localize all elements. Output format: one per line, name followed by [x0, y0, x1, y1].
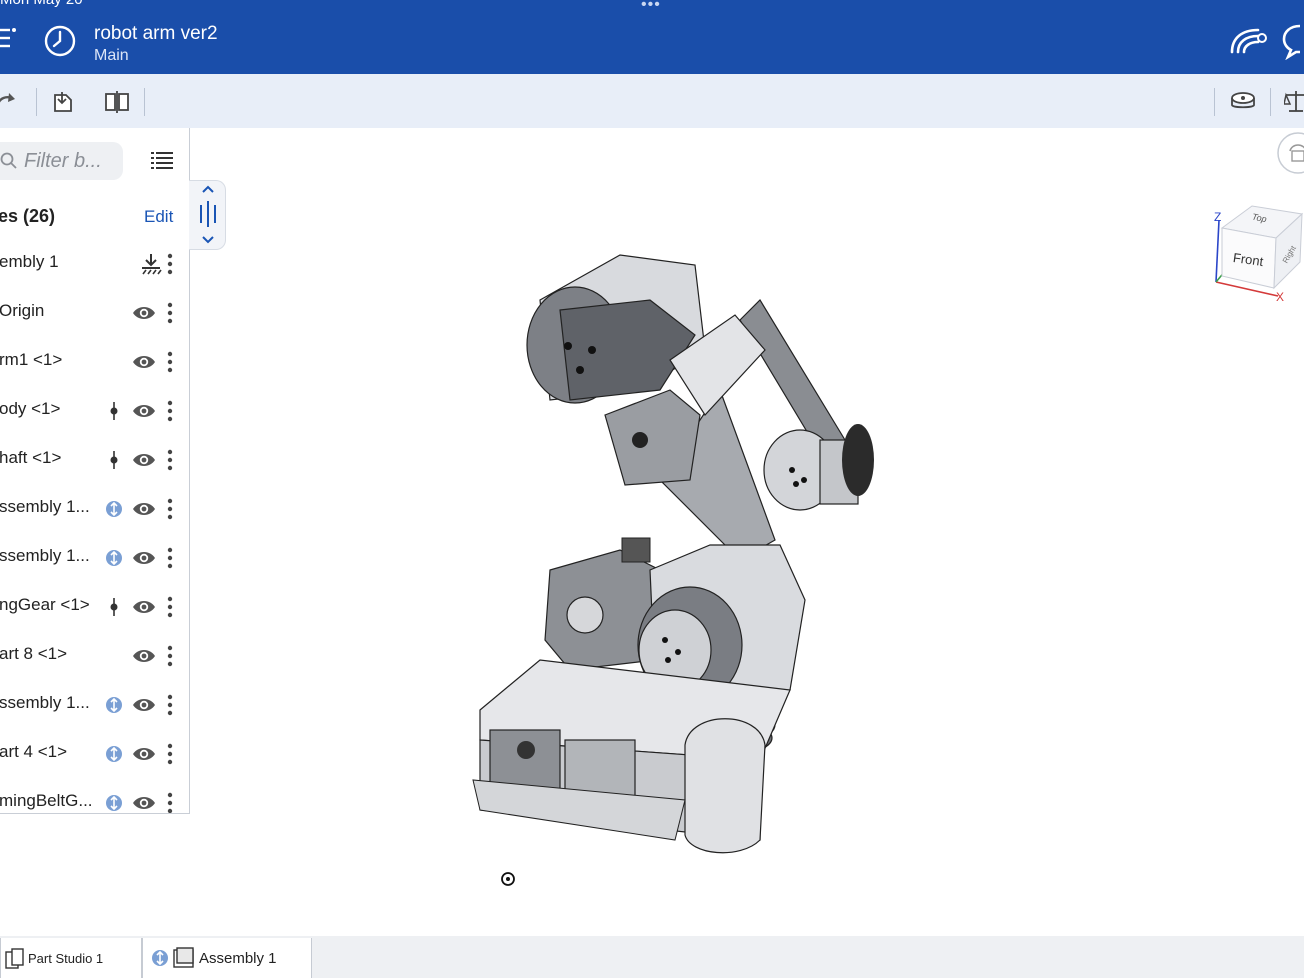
axis-x-label: X [1276, 290, 1285, 304]
part-studio-icon [5, 948, 24, 969]
instance-label: ssembly 1... [0, 497, 90, 516]
assembly-icon [173, 947, 194, 968]
instance-label: ngGear <1> [0, 595, 90, 614]
more-options-icon[interactable] [163, 693, 177, 717]
eye-icon[interactable] [132, 647, 156, 665]
instances-header: es (26) [0, 206, 56, 226]
eye-icon[interactable] [132, 353, 156, 371]
mate-indicator-icon [110, 402, 118, 420]
toolbar-divider [36, 88, 37, 116]
eye-icon[interactable] [132, 451, 156, 469]
list-item[interactable]: embly 1 [0, 240, 188, 289]
tab-label: Part Studio 1 [28, 951, 104, 966]
tab-label: Assembly 1 [199, 950, 277, 967]
instance-label: ssembly 1... [0, 546, 90, 565]
eye-icon[interactable] [132, 745, 156, 763]
list-item[interactable]: Origin [0, 289, 188, 338]
list-item[interactable]: mingBeltG... [0, 779, 188, 813]
more-options-icon[interactable] [163, 301, 177, 325]
more-options-icon[interactable] [163, 546, 177, 570]
eye-icon[interactable] [132, 794, 156, 812]
more-options-icon[interactable] [163, 644, 177, 668]
list-item[interactable]: ody <1> [0, 387, 188, 436]
eye-icon[interactable] [132, 598, 156, 616]
list-item[interactable]: art 8 <1> [0, 632, 188, 681]
mate-connector-icon[interactable] [104, 88, 130, 114]
more-options-icon[interactable] [163, 742, 177, 766]
eye-icon[interactable] [132, 304, 156, 322]
list-item[interactable]: ssembly 1... [0, 485, 188, 534]
cursor-target-icon [501, 872, 515, 886]
measure-icon[interactable] [1229, 88, 1257, 114]
menu-icon[interactable] [0, 24, 20, 52]
list-item[interactable]: ssembly 1... [0, 681, 188, 730]
view-cube[interactable]: Front Top Right Z X [1206, 200, 1304, 310]
panel-collapse-handle[interactable] [189, 180, 226, 250]
tab-assembly[interactable]: Assembly 1 [142, 938, 312, 978]
multitask-dots[interactable]: ••• [641, 0, 661, 14]
toolbar-divider [1214, 88, 1215, 116]
linked-document-icon [106, 746, 122, 762]
list-item[interactable]: ssembly 1... [0, 534, 188, 583]
mate-indicator-icon [110, 451, 118, 469]
more-options-icon[interactable] [163, 448, 177, 472]
toolbar [0, 74, 1304, 128]
insert-icon[interactable] [50, 88, 76, 114]
robot-arm-model[interactable] [460, 240, 900, 870]
instance-label: haft <1> [0, 448, 62, 467]
chevron-up-down-icon [200, 185, 216, 244]
list-item[interactable]: haft <1> [0, 436, 188, 485]
status-time: Mon May 20 [0, 0, 83, 8]
list-item[interactable]: ngGear <1> [0, 583, 188, 632]
more-options-icon[interactable] [163, 791, 177, 813]
list-item[interactable]: art 4 <1> [0, 730, 188, 779]
comments-icon[interactable] [1282, 22, 1304, 60]
eye-icon[interactable] [132, 696, 156, 714]
app-header: Mon May 20 ••• robot arm ver2 Main [0, 0, 1304, 74]
more-options-icon[interactable] [163, 350, 177, 374]
more-options-icon[interactable] [163, 497, 177, 521]
filter-input[interactable] [24, 148, 116, 174]
linked-document-icon [106, 501, 122, 517]
instance-label: ssembly 1... [0, 693, 90, 712]
list-view-icon[interactable] [151, 150, 173, 170]
history-icon[interactable] [43, 24, 77, 58]
list-item[interactable]: rm1 <1> [0, 338, 188, 387]
eye-icon[interactable] [132, 402, 156, 420]
instance-label: mingBeltG... [0, 791, 93, 810]
linked-document-icon [106, 795, 122, 811]
instance-label: rm1 <1> [0, 350, 63, 369]
rotate-view-icon[interactable] [1276, 131, 1304, 175]
eye-icon[interactable] [132, 549, 156, 567]
instance-label: art 4 <1> [0, 742, 68, 761]
instance-label: embly 1 [0, 252, 59, 271]
eye-icon[interactable] [132, 500, 156, 518]
toolbar-divider [144, 88, 145, 116]
tab-bar: Part Studio 1 Assembly 1 [0, 936, 1304, 978]
more-options-icon[interactable] [163, 252, 177, 276]
toolbar-divider [1270, 88, 1271, 116]
search-icon [0, 152, 17, 169]
linked-document-icon [106, 697, 122, 713]
mate-indicator-icon [110, 598, 118, 616]
fixed-icon[interactable] [140, 252, 162, 276]
instance-list-panel: es (26) Edit embly 1 Origin rm1 <1> ody … [0, 128, 190, 814]
filter-box[interactable] [0, 142, 123, 180]
axis-z-label: Z [1214, 210, 1222, 224]
instance-label: art 8 <1> [0, 644, 68, 663]
more-options-icon[interactable] [163, 399, 177, 423]
document-branch[interactable]: Main [94, 47, 129, 65]
wifi-icon [1272, 0, 1292, 4]
linked-document-icon [106, 550, 122, 566]
linked-document-icon [152, 950, 168, 966]
edit-button[interactable]: Edit [144, 207, 173, 227]
more-options-icon[interactable] [163, 595, 177, 619]
redo-icon[interactable] [0, 88, 20, 114]
tab-part-studio[interactable]: Part Studio 1 [0, 938, 142, 978]
collaboration-icon[interactable] [1228, 24, 1270, 58]
document-title[interactable]: robot arm ver2 [94, 23, 218, 45]
instance-label: ody <1> [0, 399, 61, 418]
instance-label: Origin [0, 301, 45, 320]
mass-properties-icon[interactable] [1284, 88, 1304, 114]
